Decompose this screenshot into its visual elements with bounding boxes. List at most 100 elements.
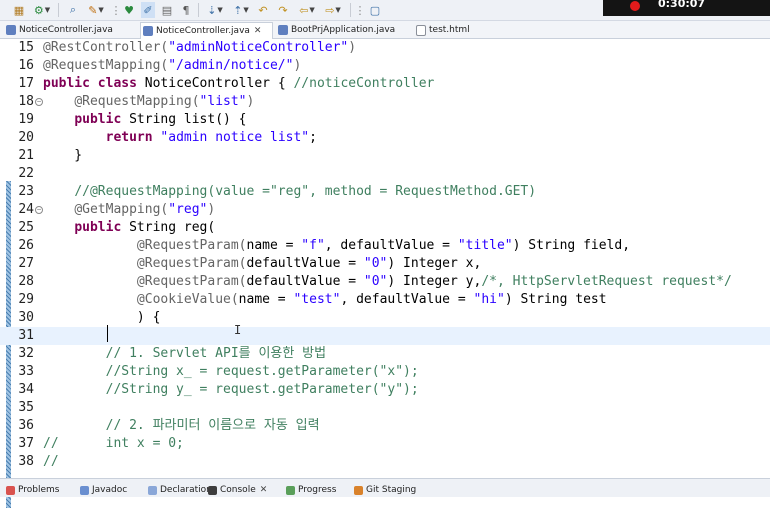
code-line: 21 }	[0, 147, 770, 165]
line-number: 37	[18, 436, 34, 451]
code-line: 19 public String list() {	[0, 111, 770, 129]
toggle-mark-icon[interactable]: ♥	[122, 2, 136, 18]
code-line: 15 @RestController("adminNoticeControlle…	[0, 39, 770, 57]
code-line: 20 return "admin notice list";	[0, 129, 770, 147]
code-line: 37 // int x = 0;	[0, 435, 770, 453]
search-icon[interactable]: ⌕	[66, 2, 80, 18]
tab-label: Javadoc	[92, 485, 128, 495]
line-number: 23	[18, 184, 34, 199]
line-number: 22	[18, 166, 34, 181]
code-text: // 2. 파라미터 이름으로 자동 입력	[43, 418, 320, 433]
tab-label: NoticeController.java	[19, 25, 113, 35]
line-number: 36	[18, 418, 34, 433]
line-number: 19	[18, 112, 34, 127]
code-text: @RestController("adminNoticeController")	[43, 40, 357, 55]
code-text: // int x = 0;	[43, 436, 184, 451]
progress-icon	[286, 485, 295, 495]
code-line: 22	[0, 165, 770, 183]
prev-annotation-icon[interactable]: ▤	[160, 2, 174, 18]
code-text: return "admin notice list";	[105, 130, 317, 145]
line-number: 26	[18, 238, 34, 253]
run-icon[interactable]: ⚙ ▼	[32, 2, 52, 18]
forward-icon[interactable]: ↷	[276, 2, 290, 18]
fold-toggle-icon[interactable]: −	[35, 98, 43, 106]
code-line: 27 @RequestParam(defaultValue = "0") Int…	[0, 255, 770, 273]
line-number: 24	[18, 202, 34, 217]
git-staging-icon	[354, 485, 363, 495]
prev-edit-icon[interactable]: ⇡ ▼	[230, 2, 252, 18]
pin-icon[interactable]: ⋮	[111, 2, 122, 18]
code-text: @RequestParam(defaultValue = "0") Intege…	[136, 256, 482, 271]
tab-notice-controller-1[interactable]: NoticeController.java	[4, 22, 113, 38]
new-icon[interactable]: ▦	[12, 2, 26, 18]
nav-forward-icon[interactable]: ⇨ ▼	[322, 2, 344, 18]
code-text: @RequestParam(defaultValue = "0") Intege…	[136, 274, 732, 289]
nav-back-icon[interactable]: ⇦ ▼	[296, 2, 318, 18]
line-number: 34	[18, 382, 34, 397]
code-line: 28 @RequestParam(defaultValue = "0") Int…	[0, 273, 770, 291]
new-window-icon[interactable]: ▢	[368, 2, 382, 18]
declaration-icon	[148, 485, 157, 495]
ibeam-cursor-icon: I	[234, 323, 242, 337]
java-file-icon	[278, 25, 288, 35]
tab-declaration[interactable]: Declaration	[148, 485, 212, 495]
code-line: 18 − @RequestMapping("list")	[0, 93, 770, 111]
problems-icon	[6, 485, 15, 495]
line-number: 21	[18, 148, 34, 163]
code-text: @CookieValue(name = "test", defaultValue…	[136, 292, 607, 307]
back-icon[interactable]: ↶	[256, 2, 270, 18]
tab-console[interactable]: Console ✕	[208, 485, 267, 495]
next-annotation-icon[interactable]: ⇣ ▼	[204, 2, 226, 18]
code-line: 23 //@RequestMapping(value ="reg", metho…	[0, 183, 770, 201]
recording-timer: 0:30:07	[658, 0, 706, 10]
code-text: }	[43, 148, 83, 163]
pen-icon[interactable]: ✐	[141, 2, 155, 18]
close-icon[interactable]: ✕	[260, 485, 268, 495]
close-icon[interactable]: ✕	[254, 26, 262, 36]
record-dot-icon	[630, 1, 640, 11]
line-number: 25	[18, 220, 34, 235]
code-line: 30 ) {	[0, 309, 770, 327]
line-number: 16	[18, 58, 34, 73]
code-text: ) {	[43, 310, 161, 325]
code-line: 38 //	[0, 453, 770, 471]
line-number: 28	[18, 274, 34, 289]
tab-label: Git Staging	[366, 485, 417, 495]
line-number: 27	[18, 256, 34, 271]
tab-git-staging[interactable]: Git Staging	[354, 485, 416, 495]
code-line: 26 @RequestParam(name = "f", defaultValu…	[0, 237, 770, 255]
tab-problems[interactable]: Problems	[6, 485, 59, 495]
tab-notice-controller-2[interactable]: NoticeController.java ✕	[140, 22, 273, 39]
pilcrow-icon[interactable]: ¶	[180, 2, 192, 18]
tab-progress[interactable]: Progress	[286, 485, 336, 495]
code-line: 35	[0, 399, 770, 417]
line-number: 35	[18, 400, 34, 415]
tab-boot-prj-application[interactable]: BootPrjApplication.java	[276, 22, 395, 38]
code-line: 36 // 2. 파라미터 이름으로 자동 입력	[0, 417, 770, 435]
line-number: 18	[18, 94, 34, 109]
tab-javadoc[interactable]: Javadoc	[80, 485, 127, 495]
code-line: 33 //String x_ = request.getParameter("x…	[0, 363, 770, 381]
code-line: 17 public class NoticeController { //not…	[0, 75, 770, 93]
editor-tabbar: NoticeController.java NoticeController.j…	[0, 21, 770, 39]
code-text: @RequestParam(name = "f", defaultValue =…	[136, 238, 631, 253]
line-number: 29	[18, 292, 34, 307]
code-text: // 1. Servlet API를 이용한 방법	[43, 346, 327, 361]
code-text: //String x_ = request.getParameter("x");	[43, 364, 419, 379]
fold-toggle-icon[interactable]: −	[35, 206, 43, 214]
code-line: 16 @RequestMapping("/admin/notice/")	[0, 57, 770, 75]
code-line: 34 //String y_ = request.getParameter("y…	[0, 381, 770, 399]
code-text: //@RequestMapping(value ="reg", method =…	[74, 184, 537, 199]
line-number: 33	[18, 364, 34, 379]
tab-test-html[interactable]: test.html	[414, 22, 470, 38]
code-editor[interactable]: 15 @RestController("adminNoticeControlle…	[0, 39, 770, 508]
separator-icon: ⋮	[354, 3, 366, 17]
console-icon	[208, 485, 217, 495]
tab-label: Console	[220, 485, 256, 495]
java-file-icon	[143, 26, 153, 36]
tab-label: Progress	[298, 485, 337, 495]
debug-icon[interactable]: ✎ ▼	[86, 2, 106, 18]
code-line: 24 − @GetMapping("reg")	[0, 201, 770, 219]
code-line: 32 // 1. Servlet API를 이용한 방법	[0, 345, 770, 363]
code-text: public class NoticeController { //notice…	[43, 76, 435, 91]
